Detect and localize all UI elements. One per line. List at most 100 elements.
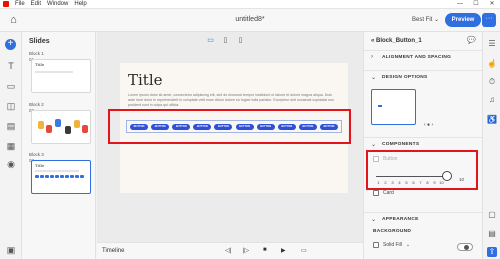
canvas-area: ▭ ▯ ▯ Title Lorem ipsum dolor sit amet, … [97,32,363,242]
timing-icon[interactable]: ⏱ [487,77,497,87]
slide-button[interactable]: BUTTON [256,123,275,130]
minimize-icon[interactable]: — [452,0,468,9]
timeline-bar: Timeline ◁| |▷ ■ ▶ ▭ [97,242,363,259]
section-components[interactable]: ⌄ COMPONENTS [364,137,483,151]
slide-title[interactable]: Title [128,71,163,89]
menu-bar: File Edit Window Help — ☐ ✕ [0,0,500,9]
zoom-fit-select[interactable]: Best Fit ⌄ [412,16,439,23]
tablet-view-icon[interactable]: ▯ [221,36,230,45]
close-icon[interactable]: ✕ [484,0,500,9]
blocks-tool-icon[interactable]: ▦ [4,140,18,152]
accessibility-icon[interactable]: ♿ [487,115,497,125]
chevron-down-icon[interactable]: ⌄ [406,242,410,248]
image-tool-icon[interactable]: ▭ [4,80,18,92]
menu-help[interactable]: Help [71,0,89,9]
fill-color-swatch[interactable] [457,243,473,251]
slider-tick-label: 3 [391,180,394,185]
section-appearance[interactable]: ⌄ APPEARANCE [364,212,483,226]
card-component-toggle[interactable]: Card [373,190,394,196]
play-icon[interactable]: ▶ [281,247,286,254]
background-label: BACKGROUND [373,229,412,234]
comment-icon[interactable]: 💬 [467,36,476,44]
slide-body-text[interactable]: Lorem ipsum dolor sit amet, consectetur … [128,93,338,108]
collapse-panel-icon[interactable]: « [371,38,374,44]
add-icon[interactable]: + [5,39,16,50]
mobile-view-icon[interactable]: ▯ [236,36,245,45]
slider-tick-label: 10 [439,180,444,185]
slider-tick-label: 5 [405,180,408,185]
slider-tick-label: 7 [419,180,422,185]
slide-button[interactable]: BUTTON [214,123,233,130]
interactions-icon[interactable]: ☝ [487,59,497,69]
caption-icon[interactable]: ▭ [301,247,307,254]
menu-window[interactable]: Window [44,0,71,9]
chevron-down-icon: ⌄ [371,75,377,81]
slide-button[interactable]: BUTTON [277,123,296,130]
shapes-tool-icon[interactable]: ◫ [4,100,18,112]
properties-icon[interactable]: ☰ [487,39,497,49]
maximize-icon[interactable]: ☐ [468,0,484,9]
slide-thumbnail-1[interactable]: Title [31,59,91,93]
slide-thumbnail-3[interactable]: Title [31,160,91,194]
slide-thumbnail-2[interactable] [31,110,91,144]
slide-button[interactable]: BUTTON [298,123,317,130]
design-option-card[interactable] [371,89,416,125]
media-tool-icon[interactable]: ▤ [4,120,18,132]
chevron-right-icon: › [371,54,373,60]
timeline-label: Timeline [102,248,125,254]
slide-settings-icon[interactable]: ▢ [487,210,497,220]
slide-canvas[interactable]: Title Lorem ipsum dolor sit amet, consec… [120,63,348,193]
play-pause-icon[interactable]: |▷ [243,247,249,254]
card-checkbox[interactable] [373,190,379,196]
slides-panel-title: Slides [29,38,50,45]
slide-button[interactable]: BUTTON [151,123,170,130]
properties-inspector: « Block_Button_1 💬 › ALIGNMENT AND SPACI… [363,32,483,259]
slide-button[interactable]: BUTTON [193,123,212,130]
slider-tick-label: 2 [384,180,387,185]
design-pager[interactable]: ‹ ● › [424,122,433,128]
slider-tick-label: 9 [433,180,436,185]
slide-button[interactable]: BUTTON [235,123,254,130]
chevron-down-icon: ⌄ [371,217,377,223]
section-design-options[interactable]: ⌄ DESIGN OPTIONS [364,70,483,84]
chevron-down-icon: ⌄ [371,142,377,148]
app-header: ⌂ untitled8* Best Fit ⌄ Preview ··· [0,9,500,32]
solid-fill-checkbox[interactable] [373,242,379,248]
stop-icon[interactable]: ■ [263,247,267,253]
desktop-view-icon[interactable]: ▭ [206,36,215,45]
left-tool-rail: + T ▭ ◫ ▤ ▦ ◉ ▣ [0,32,22,259]
button-checkbox-label: Button [383,156,398,162]
right-tool-rail: ☰ ☝ ⏱ ♫ ♿ ▢ ▤ ⇪ [482,32,500,259]
slide-1-thumb-title: Title [35,62,45,67]
slide-button[interactable]: BUTTON [130,123,148,130]
slide-3-thumb-title: Title [35,163,45,168]
window-controls: — ☐ ✕ [452,0,500,9]
block-3-label: Block 3 [29,152,44,157]
button-row-block[interactable]: BUTTON BUTTON BUTTON BUTTON BUTTON BUTTON BUTT… [126,120,342,133]
audio-icon[interactable]: ♫ [487,95,497,105]
view-toggles: ▭ ▯ ▯ [206,36,245,45]
slider-value: 10 [459,177,465,182]
preview-button[interactable]: Preview [445,13,481,27]
solid-fill-label: Solid Fill [383,242,402,248]
slider-tick-label: 4 [398,180,401,185]
panel-toggle-icon[interactable]: ▣ [4,244,18,256]
menu-edit[interactable]: Edit [28,0,44,9]
button-count-slider-track[interactable] [376,176,444,177]
solid-fill-toggle[interactable]: Solid Fill ⌄ [373,242,410,248]
slide-button[interactable]: BUTTON [172,123,191,130]
inspector-title-text: Block_Button_1 [376,38,422,44]
notes-icon[interactable]: ▤ [487,229,497,239]
button-checkbox[interactable] [373,156,379,162]
text-tool-icon[interactable]: T [4,60,18,72]
step-back-icon[interactable]: ◁| [225,247,231,254]
section-alignment[interactable]: › ALIGNMENT AND SPACING [364,50,483,64]
menu-file[interactable]: File [12,0,28,9]
slider-tick-label: 6 [412,180,415,185]
slider-tick-label: 8 [426,180,429,185]
slide-button[interactable]: BUTTON [319,123,338,130]
button-component-toggle[interactable]: Button [373,156,397,162]
record-tool-icon[interactable]: ◉ [4,158,18,170]
more-options-button[interactable]: ··· [482,13,496,27]
share-icon[interactable]: ⇪ [487,247,497,257]
